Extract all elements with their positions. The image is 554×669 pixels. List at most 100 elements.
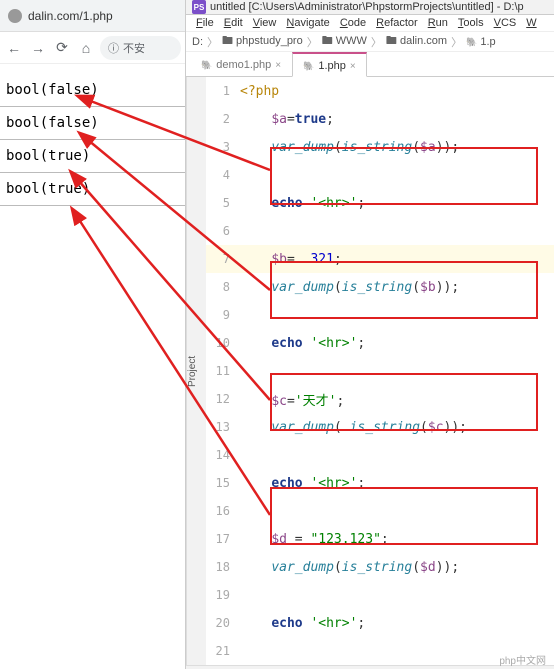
menu-item[interactable]: View xyxy=(249,15,281,31)
browser-toolbar: ← → ⟳ ⌂ ⓘ 不安 xyxy=(0,32,185,64)
output-row: bool(false) xyxy=(0,107,185,140)
breadcrumb-separator-icon: 〉 xyxy=(207,34,218,50)
code-line[interactable]: 8 var_dump(is_string($b)); xyxy=(206,273,554,301)
code-line[interactable]: 14 xyxy=(206,441,554,469)
line-number: 5 xyxy=(206,196,240,210)
line-content: echo '<hr>'; xyxy=(240,336,554,351)
breadcrumb-item[interactable]: 🐘 1.p xyxy=(466,36,496,48)
ide-title-bar: PS untitled [C:\Users\Administrator\Phps… xyxy=(186,0,554,15)
line-content: $c='天才'; xyxy=(240,390,554,409)
line-content: var_dump(is_string($b)); xyxy=(240,280,554,295)
code-line[interactable]: 2 $a=true; xyxy=(206,105,554,133)
line-number: 15 xyxy=(206,476,240,490)
line-content: var_dump( is_string($c)); xyxy=(240,420,554,435)
browser-panel: dalin.com/1.php ← → ⟳ ⌂ ⓘ 不安 bool(false)… xyxy=(0,0,185,669)
code-line[interactable]: 5 echo '<hr>'; xyxy=(206,189,554,217)
line-number: 4 xyxy=(206,168,240,182)
code-line[interactable]: 19 xyxy=(206,581,554,609)
line-number: 3 xyxy=(206,140,240,154)
code-editor[interactable]: 1<?php2 $a=true;3 var_dump(is_string($a)… xyxy=(206,77,554,665)
menu-item[interactable]: Navigate xyxy=(282,15,333,31)
menu-item[interactable]: File xyxy=(192,15,218,31)
code-line[interactable]: 20 echo '<hr>'; xyxy=(206,609,554,637)
project-tool-tab[interactable]: Project xyxy=(186,77,206,665)
menu-item[interactable]: Code xyxy=(336,15,370,31)
code-line[interactable]: 7 $b= 321; xyxy=(206,245,554,273)
line-number: 9 xyxy=(206,308,240,322)
browser-content: bool(false) bool(false) bool(true) bool(… xyxy=(0,64,185,216)
code-line[interactable]: 4 xyxy=(206,161,554,189)
line-content: $d = "123.123"; xyxy=(240,532,554,547)
line-number: 8 xyxy=(206,280,240,294)
line-content: $a=true; xyxy=(240,112,554,127)
browser-tab[interactable]: dalin.com/1.php xyxy=(0,0,185,32)
close-icon[interactable]: × xyxy=(275,60,281,71)
ide-title-text: untitled [C:\Users\Administrator\Phpstor… xyxy=(210,1,524,13)
menu-item[interactable]: Edit xyxy=(220,15,247,31)
reload-button[interactable]: ⟳ xyxy=(52,38,72,58)
back-button[interactable]: ← xyxy=(4,38,24,58)
not-secure-icon: ⓘ xyxy=(108,40,119,56)
line-content: echo '<hr>'; xyxy=(240,196,554,211)
breadcrumb-item[interactable]: 🖿 WWW xyxy=(322,32,367,51)
menu-item[interactable]: VCS xyxy=(490,15,521,31)
line-number: 16 xyxy=(206,504,240,518)
menu-item[interactable]: W xyxy=(522,15,540,31)
ide-panel: PS untitled [C:\Users\Administrator\Phps… xyxy=(185,0,554,669)
code-line[interactable]: 13 var_dump( is_string($c)); xyxy=(206,413,554,441)
line-content: $b= 321; xyxy=(240,252,554,267)
line-number: 1 xyxy=(206,84,240,98)
code-line[interactable]: 11 xyxy=(206,357,554,385)
code-line[interactable]: 3 var_dump(is_string($a)); xyxy=(206,133,554,161)
ide-file-tabs: 🐘demo1.php×🐘1.php× xyxy=(186,52,554,77)
line-number: 13 xyxy=(206,420,240,434)
line-number: 10 xyxy=(206,336,240,350)
line-number: 17 xyxy=(206,532,240,546)
line-content: <?php xyxy=(240,84,554,99)
ide-menu-bar: FileEditViewNavigateCodeRefactorRunTools… xyxy=(186,15,554,32)
url-bar[interactable]: ⓘ 不安 xyxy=(100,36,181,60)
home-button[interactable]: ⌂ xyxy=(76,38,96,58)
line-content: echo '<hr>'; xyxy=(240,616,554,631)
line-number: 21 xyxy=(206,644,240,658)
menu-item[interactable]: Tools xyxy=(454,15,488,31)
breadcrumb-separator-icon: 〉 xyxy=(307,34,318,50)
forward-button[interactable]: → xyxy=(28,38,48,58)
line-content: var_dump(is_string($d)); xyxy=(240,560,554,575)
code-line[interactable]: 6 xyxy=(206,217,554,245)
line-content: echo '<hr>'; xyxy=(240,476,554,491)
ide-breadcrumb: D:〉🖿 phpstudy_pro〉🖿 WWW〉🖿 dalin.com〉🐘 1.… xyxy=(186,32,554,52)
breadcrumb-item[interactable]: 🖿 dalin.com xyxy=(386,32,447,51)
code-line[interactable]: 1<?php xyxy=(206,77,554,105)
code-line[interactable]: 16 xyxy=(206,497,554,525)
file-tab[interactable]: 🐘demo1.php× xyxy=(190,52,292,76)
watermark: php中文网 xyxy=(499,652,546,667)
line-number: 6 xyxy=(206,224,240,238)
line-number: 2 xyxy=(206,112,240,126)
output-row: bool(true) xyxy=(0,140,185,173)
breadcrumb-item[interactable]: 🖿 phpstudy_pro xyxy=(222,32,303,51)
line-number: 7 xyxy=(206,252,240,266)
close-icon[interactable]: × xyxy=(350,61,356,72)
php-file-icon: 🐘 xyxy=(303,61,314,72)
code-line[interactable]: 18 var_dump(is_string($d)); xyxy=(206,553,554,581)
line-number: 12 xyxy=(206,392,240,406)
file-tab[interactable]: 🐘1.php× xyxy=(292,52,367,77)
line-number: 20 xyxy=(206,616,240,630)
code-line[interactable]: 10 echo '<hr>'; xyxy=(206,329,554,357)
tab-title: dalin.com/1.php xyxy=(28,9,113,23)
line-number: 14 xyxy=(206,448,240,462)
menu-item[interactable]: Refactor xyxy=(372,15,422,31)
code-line[interactable]: 15 echo '<hr>'; xyxy=(206,469,554,497)
line-number: 19 xyxy=(206,588,240,602)
output-row: bool(true) xyxy=(0,173,185,206)
output-row: bool(false) xyxy=(0,74,185,107)
code-line[interactable]: 17 $d = "123.123"; xyxy=(206,525,554,553)
line-content: var_dump(is_string($a)); xyxy=(240,140,554,155)
breadcrumb-item[interactable]: D: xyxy=(192,36,203,48)
code-line[interactable]: 12 $c='天才'; xyxy=(206,385,554,413)
favicon-icon xyxy=(8,9,22,23)
menu-item[interactable]: Run xyxy=(424,15,452,31)
code-line[interactable]: 9 xyxy=(206,301,554,329)
line-number: 18 xyxy=(206,560,240,574)
